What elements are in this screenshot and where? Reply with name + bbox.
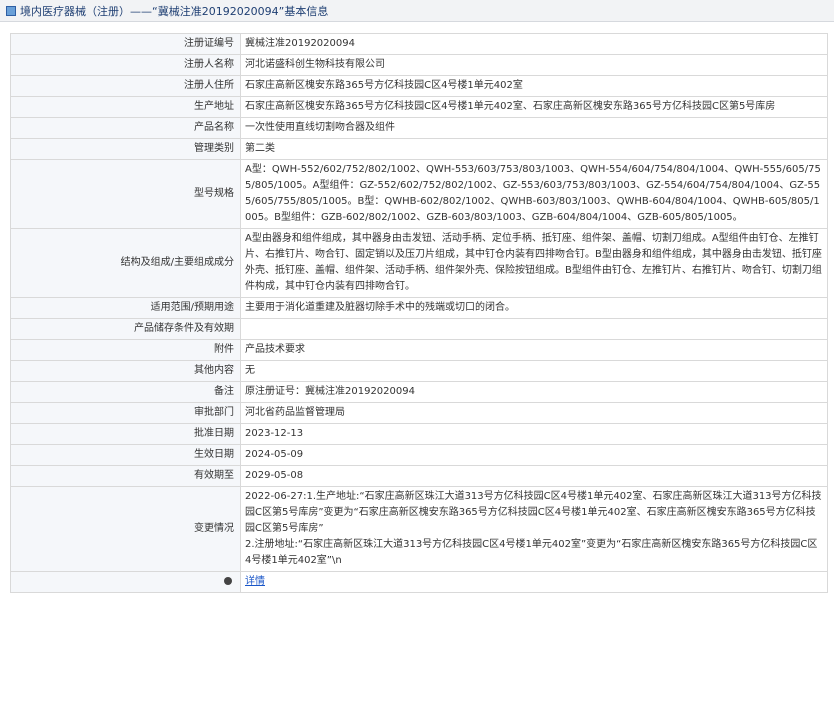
change-item-2: 2.注册地址:“石家庄高新区珠江大道313号方亿科技园C区4号楼1单元402室”… xyxy=(245,539,818,566)
label: 管理类别 xyxy=(10,138,241,160)
value: 2029-05-08 xyxy=(240,465,828,487)
bulb-icon xyxy=(224,577,232,585)
label: 变更情况 xyxy=(10,486,241,572)
row-class: 管理类别 第二类 xyxy=(10,138,828,160)
row-other: 其他内容无 xyxy=(10,360,828,382)
label: 批准日期 xyxy=(10,423,241,445)
page-header: 境内医疗器械（注册）——“冀械注准20192020094”基本信息 xyxy=(0,0,834,22)
flag-icon xyxy=(6,5,16,16)
row-reg-no: 注册证编号 冀械注准20192020094 xyxy=(10,33,828,55)
label: 产品储存条件及有效期 xyxy=(10,318,241,340)
label: 审批部门 xyxy=(10,402,241,424)
row-product-name: 产品名称 一次性使用直线切割吻合器及组件 xyxy=(10,117,828,139)
row-remark: 备注 原注册证号：冀械注准20192020094 xyxy=(10,381,828,403)
value xyxy=(240,318,828,340)
label: 备注 xyxy=(10,381,241,403)
label: 结构及组成/主要组成成分 xyxy=(10,228,241,298)
change-item-1: 2022-06-27:1.生产地址:“石家庄高新区珠江大道313号方亿科技园C区… xyxy=(245,491,822,534)
row-structure: 结构及组成/主要组成成分 A型由器身和组件组成，其中器身由击发钮、活动手柄、定位手… xyxy=(10,228,828,298)
label: 适用范围/预期用途 xyxy=(10,297,241,319)
row-registrant-address: 注册人住所 石家庄高新区槐安东路365号方亿科技园C区4号楼1单元402室 xyxy=(10,75,828,97)
value: 产品技术要求 xyxy=(240,339,828,361)
value: A型由器身和组件组成，其中器身由击发钮、活动手柄、定位手柄、抵钉座、组件架、盖帽… xyxy=(240,228,828,298)
row-effective-date: 生效日期 2024-05-09 xyxy=(10,444,828,466)
value: 主要用于消化道重建及脏器切除手术中的残端或切口的闭合。 xyxy=(240,297,828,319)
row-changes: 变更情况 2022-06-27:1.生产地址:“石家庄高新区珠江大道313号方亿… xyxy=(10,486,828,572)
value: 2022-06-27:1.生产地址:“石家庄高新区珠江大道313号方亿科技园C区… xyxy=(240,486,828,572)
row-models: 型号规格 A型：QWH-552/602/752/802/1002、QWH-553/… xyxy=(10,159,828,229)
row-registrant: 注册人名称 河北诺盛科创生物科技有限公司 xyxy=(10,54,828,76)
label: 型号规格 xyxy=(10,159,241,229)
value: 一次性使用直线切割吻合器及组件 xyxy=(240,117,828,139)
row-production-address: 生产地址 石家庄高新区槐安东路365号方亿科技园C区4号楼1单元402室、石家庄高… xyxy=(10,96,828,118)
value: 河北诺盛科创生物科技有限公司 xyxy=(240,54,828,76)
label xyxy=(10,571,241,593)
info-table: 注册证编号 冀械注准20192020094 注册人名称 河北诺盛科创生物科技有限公司… xyxy=(10,33,828,593)
label: 有效期至 xyxy=(10,465,241,487)
row-expiry-date: 有效期至 2029-05-08 xyxy=(10,465,828,487)
row-approval-date: 批准日期 2023-12-13 xyxy=(10,423,828,445)
value: 冀械注准20192020094 xyxy=(240,33,828,55)
row-attachment: 附件 产品技术要求 xyxy=(10,339,828,361)
value: 2023-12-13 xyxy=(240,423,828,445)
label: 生产地址 xyxy=(10,96,241,118)
label: 附件 xyxy=(10,339,241,361)
value: 原注册证号：冀械注准20192020094 xyxy=(240,381,828,403)
value: 第二类 xyxy=(240,138,828,160)
row-approval-dept: 审批部门 河北省药品监督管理局 xyxy=(10,402,828,424)
label: 产品名称 xyxy=(10,117,241,139)
value: A型：QWH-552/602/752/802/1002、QWH-553/603/… xyxy=(240,159,828,229)
value: 详情 xyxy=(240,571,828,593)
value: 石家庄高新区槐安东路365号方亿科技园C区4号楼1单元402室、石家庄高新区槐安… xyxy=(240,96,828,118)
value: 2024-05-09 xyxy=(240,444,828,466)
label: 生效日期 xyxy=(10,444,241,466)
label: 注册人住所 xyxy=(10,75,241,97)
value: 无 xyxy=(240,360,828,382)
label: 注册证编号 xyxy=(10,33,241,55)
label: 注册人名称 xyxy=(10,54,241,76)
page-title: 境内医疗器械（注册）——“冀械注准20192020094”基本信息 xyxy=(20,4,329,18)
detail-link[interactable]: 详情 xyxy=(245,576,265,587)
value: 石家庄高新区槐安东路365号方亿科技园C区4号楼1单元402室 xyxy=(240,75,828,97)
row-storage: 产品储存条件及有效期 xyxy=(10,318,828,340)
row-scope: 适用范围/预期用途 主要用于消化道重建及脏器切除手术中的残端或切口的闭合。 xyxy=(10,297,828,319)
row-detail: 详情 xyxy=(10,571,828,593)
label: 其他内容 xyxy=(10,360,241,382)
value: 河北省药品监督管理局 xyxy=(240,402,828,424)
